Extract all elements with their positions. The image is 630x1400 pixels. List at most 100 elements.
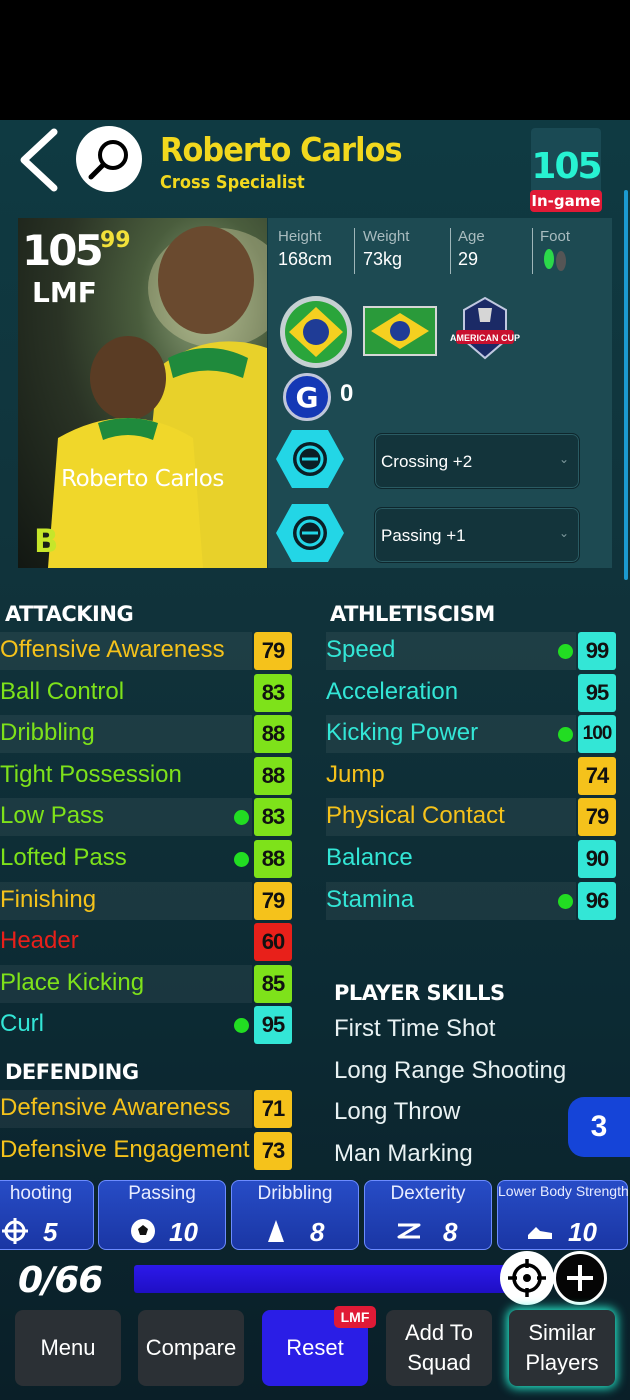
zigzag-icon	[397, 1223, 421, 1239]
boost-dot	[234, 1018, 249, 1034]
reset-label: Reset	[286, 1335, 344, 1360]
stat-value: 88	[254, 756, 292, 795]
stat-name: Defensive Awareness	[0, 1094, 231, 1121]
similar-players-button[interactable]: Similar Players	[509, 1310, 615, 1386]
stat-name: Jump	[326, 760, 385, 788]
scrollbar[interactable]	[624, 190, 628, 580]
skill-item: Long Range Shooting	[334, 1057, 567, 1084]
foot-label: Foot	[540, 228, 571, 245]
weight-value: 73kg	[363, 249, 403, 269]
stat-value: 95	[578, 673, 616, 712]
american-cup-logo: AMERICAN CUP	[450, 296, 520, 360]
category-label: hooting	[9, 1183, 73, 1204]
stat-value: 95	[254, 1006, 292, 1045]
stat-name: Tight Possession	[0, 760, 182, 788]
stat-value: 100	[578, 715, 616, 754]
stat-row: Curl 95	[0, 1006, 292, 1045]
card-player-name: Roberto Carlos	[61, 466, 224, 492]
cup-text: AMERICAN CUP	[450, 333, 520, 343]
cone-icon	[268, 1220, 284, 1242]
crosshair-icon	[2, 1218, 28, 1244]
booster-select-1[interactable]: Crossing +2 ⌄	[374, 433, 580, 489]
ball-icon	[131, 1219, 155, 1243]
category-value: 8	[443, 1217, 458, 1247]
add-to-squad-button[interactable]: Add To Squad	[386, 1310, 492, 1386]
plus-icon	[567, 1265, 593, 1291]
stat-row: Dribbling 88	[0, 715, 292, 754]
skill-item: Man Marking	[334, 1140, 473, 1167]
menu-button[interactable]: Menu	[15, 1310, 121, 1386]
height-label: Height	[278, 228, 322, 245]
stat-name: Acceleration	[326, 677, 459, 705]
stat-row: Physical Contact 79	[326, 798, 616, 837]
brazil-flag-icon	[365, 308, 435, 354]
stat-value: 90	[578, 840, 616, 878]
nationality-badge	[280, 296, 352, 368]
category-value: 8	[310, 1217, 325, 1247]
category-label: Lower Body Strength	[498, 1183, 629, 1199]
magnifier-icon	[88, 140, 128, 180]
stat-name: Curl	[0, 1010, 45, 1038]
divider	[354, 228, 355, 274]
stat-row: Balance 90	[326, 840, 616, 878]
progression-passing[interactable]: Passing 10	[98, 1180, 226, 1250]
stat-name: Physical Contact	[326, 802, 505, 830]
svg-text:G: G	[296, 381, 319, 414]
skills-title: PLAYER SKILLS	[334, 981, 505, 1005]
g-badge: G	[283, 373, 331, 421]
boost-dot	[558, 644, 573, 659]
add-button[interactable]	[553, 1251, 607, 1305]
stat-name: Speed	[326, 636, 396, 663]
athleticism-title: ATHLETISCISM	[330, 602, 495, 626]
search-button[interactable]	[76, 126, 142, 192]
stat-value: 73	[254, 1131, 292, 1170]
stat-name: Dribbling	[0, 719, 95, 747]
country-flag	[363, 306, 437, 356]
stat-value: 88	[254, 840, 292, 878]
stat-row: Jump 74	[326, 756, 616, 795]
info-panel: Height 168cm Weight 73kg Age 29 Foot AME…	[268, 218, 612, 568]
stat-value: 96	[578, 881, 616, 920]
stat-name: Header	[0, 927, 79, 955]
booster-hex-icon	[276, 430, 344, 488]
boost-dot	[558, 893, 573, 909]
progression-shooting[interactable]: hooting 5	[0, 1180, 94, 1250]
booster-label: Passing +1	[381, 526, 466, 545]
booster-hex-icon	[276, 504, 344, 562]
foot-field: Foot	[540, 228, 570, 280]
boot-icon	[528, 1227, 552, 1239]
target-button[interactable]	[500, 1251, 554, 1305]
progression-dribbling[interactable]: Dribbling 8	[231, 1180, 359, 1250]
stat-value: 79	[254, 632, 292, 670]
g-count: 0	[340, 380, 354, 407]
progression-lower-body-strength[interactable]: Lower Body Strength 10	[497, 1180, 629, 1250]
category-label: Dribbling	[257, 1183, 333, 1204]
stat-name: Lofted Pass	[0, 844, 127, 871]
stat-row: Finishing 79	[0, 881, 292, 920]
compare-button[interactable]: Compare	[138, 1310, 244, 1386]
stat-row: Stamina 96	[326, 881, 616, 920]
stat-name: Low Pass	[0, 802, 105, 830]
progression-dexterity[interactable]: Dexterity 8	[364, 1180, 492, 1250]
stat-row: Speed 99	[326, 632, 616, 670]
stat-name: Defensive Engagement	[0, 1135, 250, 1163]
progression-strip: hooting 5 Passing 10 Dribbling 8 Dexteri…	[0, 1178, 630, 1252]
skill-item: Long Throw	[334, 1098, 461, 1125]
crosshair-icon	[508, 1259, 546, 1297]
attacking-title: ATTACKING	[5, 602, 134, 626]
stat-name: Place Kicking	[0, 968, 145, 996]
age-value: 29	[458, 249, 479, 269]
overall-rating: 105	[531, 146, 602, 187]
page-count-badge[interactable]: 3	[568, 1097, 630, 1157]
stat-row: Tight Possession 88	[0, 756, 292, 795]
stat-value: 60	[254, 923, 292, 962]
stat-row: Defensive Awareness 71	[0, 1090, 292, 1128]
chevron-down-icon: ⌄	[558, 526, 569, 540]
back-arrow-icon[interactable]	[14, 126, 64, 194]
defending-title: DEFENDING	[5, 1060, 139, 1084]
divider	[532, 228, 533, 274]
player-card[interactable]: 105 99 LMF Roberto Carlos B	[18, 218, 267, 568]
stat-value: 85	[254, 964, 292, 1003]
booster-select-2[interactable]: Passing +1 ⌄	[374, 507, 580, 563]
stat-name: Ball Control	[0, 677, 125, 705]
